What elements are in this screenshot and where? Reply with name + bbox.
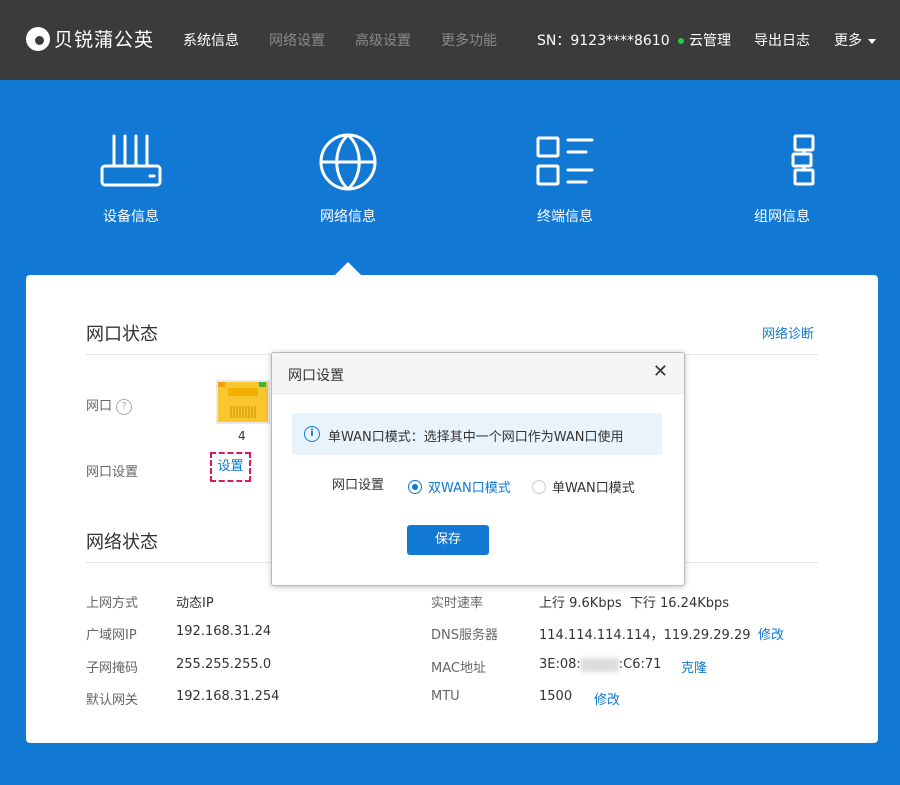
logo-icon [26, 26, 50, 51]
dns-edit-link[interactable]: 修改 [758, 624, 784, 643]
dialog-header: 网口设置 ✕ [272, 353, 684, 394]
mac-blur [580, 657, 619, 672]
network-status-title: 网络状态 [86, 532, 158, 553]
tab-terminal-info[interactable]: 终端信息 [495, 130, 635, 226]
brand-logo[interactable]: 贝锐蒲公英 [26, 25, 154, 52]
wan-type-label: 上网方式 [86, 596, 139, 611]
radio-single-wan-label: 单WAN口模式 [552, 481, 635, 496]
ethernet-port-icon[interactable] [216, 380, 270, 424]
mtu-value: 1500 [539, 689, 573, 704]
tab-terminal-info-label: 终端信息 [537, 209, 593, 225]
mtu-edit-link[interactable]: 修改 [594, 689, 620, 708]
dns-value: 114.114.114.114，119.29.29.29 [539, 628, 751, 643]
cloud-manage-label: 云管理 [689, 33, 731, 49]
mac-value: 3E:08: :C6:71 [539, 657, 661, 672]
wan-type-value: 动态IP [176, 596, 214, 611]
nav-network-settings[interactable]: 网络设置 [269, 30, 325, 50]
radio-dual-wan-label: 双WAN口模式 [428, 481, 511, 496]
mtu-label: MTU [431, 689, 460, 704]
speed-label: 实时速率 [431, 596, 484, 611]
mac-value-end: :C6:71 [618, 657, 662, 672]
speed-value: 上行 9.6Kbps 下行 16.24Kbps [539, 596, 730, 611]
nav-more-functions[interactable]: 更多功能 [441, 30, 497, 50]
tab-device-info-label: 设备信息 [103, 209, 159, 225]
port-number: 4 [238, 429, 246, 443]
cloud-status-dot [678, 38, 684, 44]
export-log-link[interactable]: 导出日志 [754, 30, 810, 50]
nav-system-info[interactable]: 系统信息 [183, 30, 239, 50]
port-setting-label: 网口设置 [86, 465, 139, 480]
port-label-text: 网口 [86, 399, 113, 414]
close-icon[interactable]: ✕ [653, 361, 668, 382]
mac-label: MAC地址 [431, 661, 486, 676]
dialog-title: 网口设置 [288, 368, 344, 384]
port-label: 网口? [86, 395, 133, 415]
help-icon[interactable]: ? [116, 398, 133, 415]
port-setting-dialog: 网口设置 ✕ i 单WAN口模式：选择其中一个网口作为WAN口使用 网口设置 双… [271, 352, 685, 586]
radio-dual-wan[interactable]: 双WAN口模式 [408, 477, 511, 496]
radio-unchecked-icon [532, 479, 546, 494]
port-mode-label: 网口设置 [332, 478, 385, 493]
dns-label: DNS服务器 [431, 628, 498, 643]
tab-network-info[interactable]: 网络信息 [278, 130, 418, 226]
network-topology-icon [791, 134, 815, 186]
gateway-value: 192.168.31.254 [176, 689, 280, 704]
network-diagnose-link[interactable]: 网络诊断 [762, 323, 814, 342]
tab-network-info-label: 网络信息 [320, 209, 376, 225]
port-setting-link[interactable]: 设置 [210, 452, 251, 482]
cloud-manage-link[interactable]: 云管理 [678, 30, 731, 50]
router-icon [100, 134, 162, 187]
port-status-title: 网口状态 [86, 324, 158, 345]
serial-number: SN：9123****8610 [537, 33, 670, 49]
gateway-label: 默认网关 [86, 693, 139, 708]
subnet-mask-label: 子网掩码 [86, 661, 139, 676]
mac-value-start: 3E:08: [539, 657, 581, 672]
mac-clone-link[interactable]: 克隆 [681, 657, 707, 676]
radio-checked-icon [408, 479, 422, 494]
radio-single-wan[interactable]: 单WAN口模式 [532, 477, 635, 496]
brand-name: 贝锐蒲公英 [54, 29, 155, 51]
top-bar: 贝锐蒲公英 系统信息 网络设置 高级设置 更多功能 SN：9123****861… [0, 0, 900, 80]
info-banner: i 单WAN口模式：选择其中一个网口作为WAN口使用 [292, 413, 662, 455]
info-icon: i [304, 426, 320, 442]
subnet-mask-value: 255.255.255.0 [176, 657, 272, 672]
tab-device-info[interactable]: 设备信息 [61, 130, 201, 226]
nav-advanced-settings[interactable]: 高级设置 [355, 30, 411, 50]
info-text: 单WAN口模式：选择其中一个网口作为WAN口使用 [328, 430, 624, 445]
wan-ip-label: 广域网IP [86, 628, 137, 643]
tab-networking-info-label: 组网信息 [754, 209, 810, 225]
caret-down-icon [868, 38, 876, 44]
tab-networking-info[interactable]: 组网信息 [712, 130, 852, 226]
globe-icon [319, 133, 377, 191]
more-label: 更多 [834, 33, 862, 49]
wan-ip-value: 192.168.31.24 [176, 624, 272, 639]
save-button[interactable]: 保存 [407, 525, 489, 555]
more-menu[interactable]: 更多 [834, 30, 876, 50]
list-grid-icon [536, 136, 594, 186]
active-tab-pointer [335, 262, 361, 275]
